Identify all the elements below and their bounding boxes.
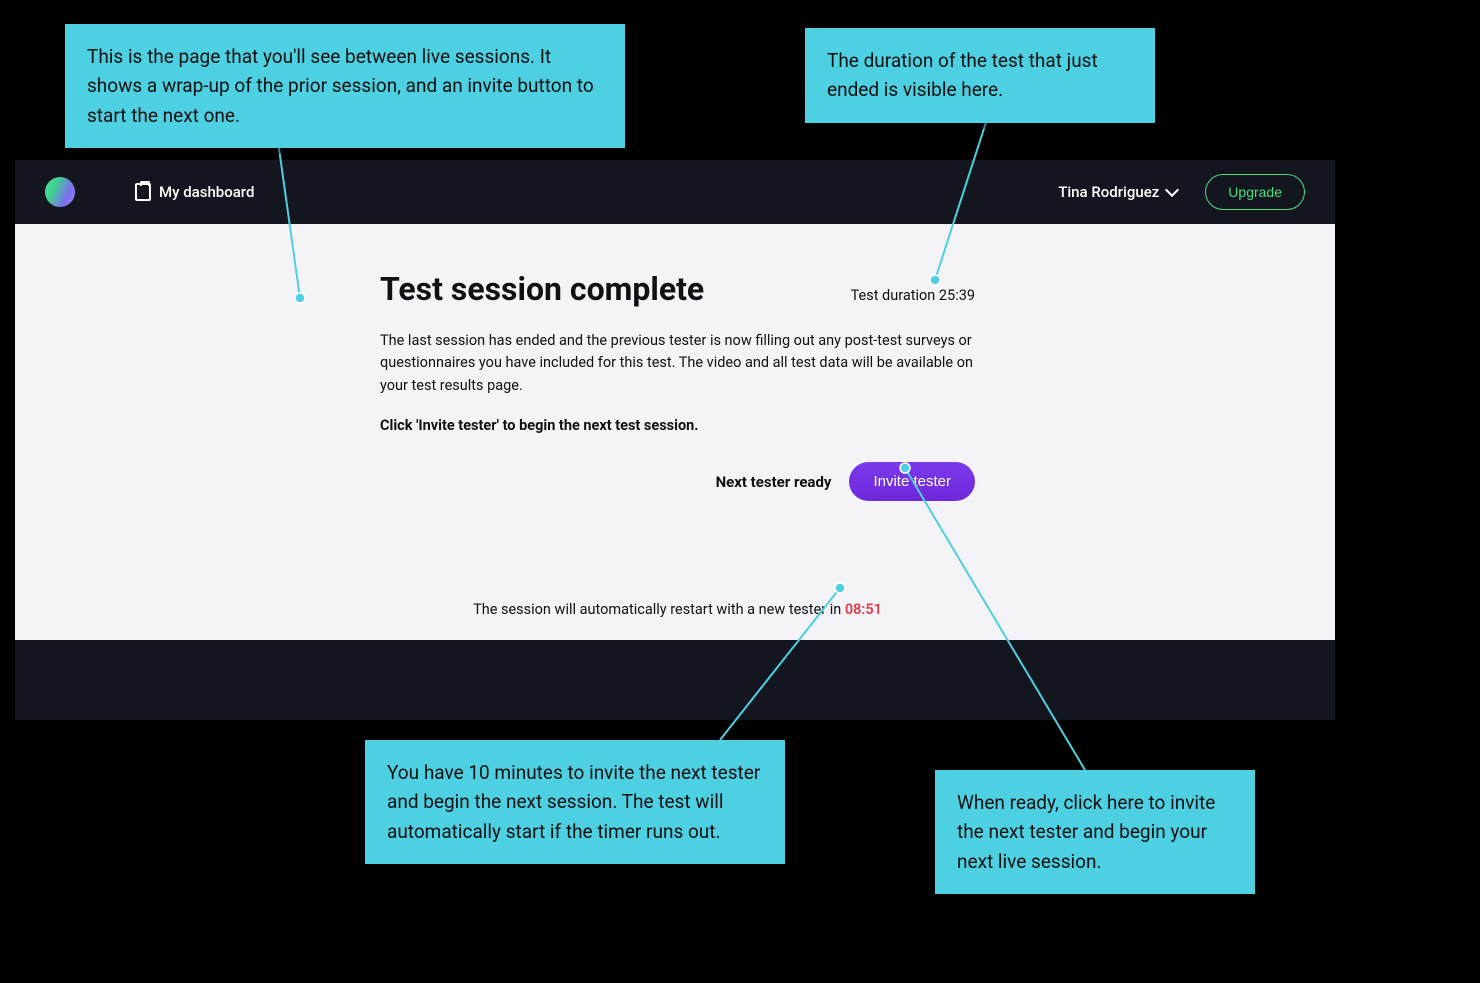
restart-timer: 08:51 [845,601,882,618]
restart-prefix: The session will automatically restart w… [473,601,845,618]
callout-duration: The duration of the test that just ended… [805,28,1155,123]
user-menu[interactable]: Tina Rodriguez [1058,183,1177,201]
invite-tester-button[interactable]: Invite tester [849,462,975,501]
user-name: Tina Rodriguez [1058,183,1159,201]
session-description: The last session has ended and the previ… [380,330,975,397]
callout-timer: You have 10 minutes to invite the next t… [365,740,785,864]
dashboard-label: My dashboard [159,183,254,201]
app-window: My dashboard Tina Rodriguez Upgrade Test… [15,160,1335,720]
logo-icon [41,173,79,211]
top-nav: My dashboard Tina Rodriguez Upgrade [15,160,1335,224]
callout-intro: This is the page that you'll see between… [65,24,625,148]
auto-restart-line: The session will automatically restart w… [380,601,975,618]
test-duration: Test duration 25:39 [851,287,975,304]
bottom-strip [15,640,1335,720]
clipboard-icon [135,183,151,201]
my-dashboard-link[interactable]: My dashboard [135,183,254,201]
session-instruction: Click 'Invite tester' to begin the next … [380,417,975,434]
page-title: Test session complete [380,270,704,308]
next-tester-ready-label: Next tester ready [716,473,832,491]
upgrade-button[interactable]: Upgrade [1205,174,1305,210]
chevron-down-icon [1165,183,1179,197]
main-content: Test session complete Test duration 25:3… [15,224,1335,618]
callout-invite: When ready, click here to invite the nex… [935,770,1255,894]
